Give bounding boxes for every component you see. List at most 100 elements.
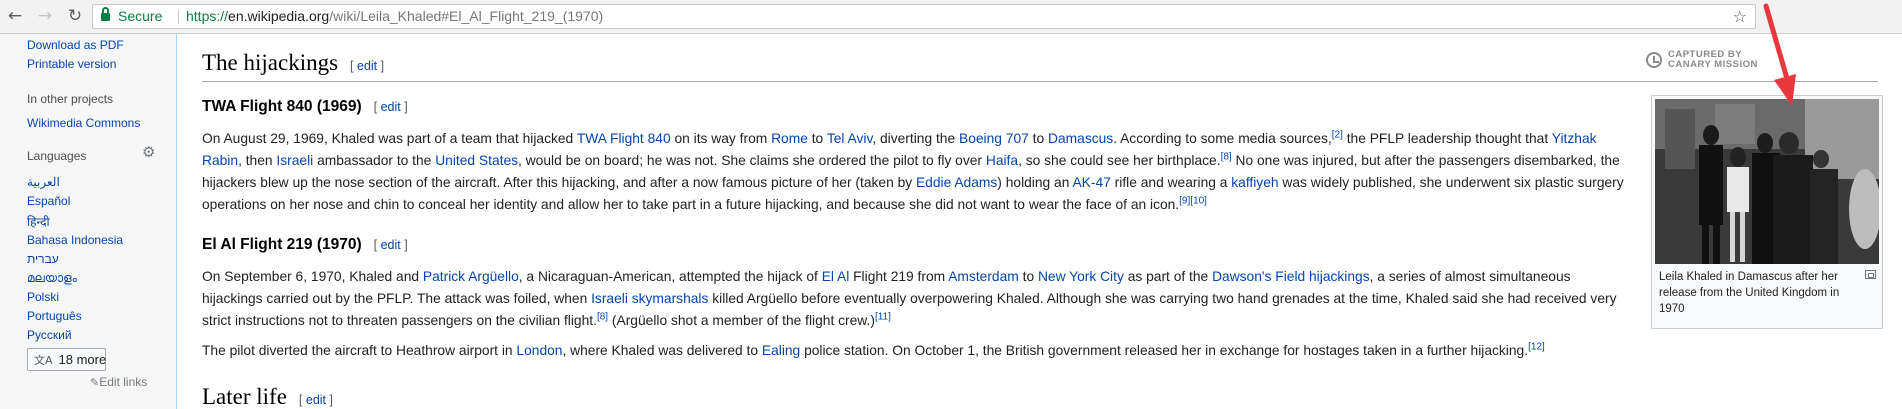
link-new-york-city[interactable]: New York City <box>1038 269 1124 284</box>
text: , where Khaled was delivered to <box>562 343 762 358</box>
language-link[interactable]: Русский <box>27 328 72 342</box>
link-kaffiyeh[interactable]: kaffiyeh <box>1231 175 1278 190</box>
url-text[interactable]: https://en.wikipedia.org/wiki/Leila_Khal… <box>186 5 603 28</box>
reference-link[interactable]: [8] <box>597 311 608 322</box>
edit-section: [ edit ] <box>298 393 333 407</box>
watermark-line2: CANARY MISSION <box>1668 59 1758 70</box>
reference-link[interactable]: [9][10] <box>1179 195 1207 206</box>
reload-icon[interactable]: ↻ <box>64 5 86 27</box>
link-ak47[interactable]: AK-47 <box>1072 175 1110 190</box>
reference-link[interactable]: [12] <box>1528 341 1545 352</box>
link-london[interactable]: London <box>516 343 562 358</box>
download-pdf-link[interactable]: Download as PDF <box>27 38 124 52</box>
secure-label: Secure <box>118 8 163 24</box>
link-arguello[interactable]: Patrick Argüello <box>423 269 519 284</box>
text: On September 6, 1970, Khaled and <box>202 269 423 284</box>
text: on its way from <box>670 131 772 146</box>
forward-arrow-icon[interactable]: → <box>34 5 56 27</box>
link-rome[interactable]: Rome <box>771 131 808 146</box>
link-twa-flight[interactable]: TWA Flight 840 <box>577 131 671 146</box>
text: , so she could see her birthplace. <box>1018 153 1221 168</box>
printable-version-link[interactable]: Printable version <box>27 57 116 71</box>
link-haifa[interactable]: Haifa <box>986 153 1018 168</box>
language-link[interactable]: മലയാളം <box>27 271 77 286</box>
star-icon[interactable]: ☆ <box>1733 5 1747 28</box>
more-languages-button[interactable]: 文A 18 more <box>27 348 106 371</box>
red-arrow-icon <box>1763 3 1796 106</box>
link-ealing[interactable]: Ealing <box>762 343 800 358</box>
lock-icon <box>101 7 110 21</box>
language-link[interactable]: العربية <box>27 175 60 189</box>
edit-link[interactable]: edit <box>381 100 401 114</box>
link-boeing[interactable]: Boeing 707 <box>959 131 1029 146</box>
text: to <box>1018 269 1038 284</box>
section-heading-later-life: Later life [ edit ] <box>202 384 333 409</box>
section-title: The hijackings <box>202 50 339 75</box>
back-arrow-icon[interactable]: ← <box>4 5 26 27</box>
link-united-states[interactable]: United States <box>435 153 518 168</box>
section-heading-hijackings: The hijackings [ edit ] <box>202 50 384 76</box>
reference-link[interactable]: [8] <box>1221 151 1232 162</box>
link-dawsons-field[interactable]: Dawson's Field hijackings <box>1212 269 1370 284</box>
subsection-title: TWA Flight 840 (1969) <box>202 98 362 115</box>
url-divider <box>178 10 179 24</box>
gear-icon[interactable]: ⚙ <box>142 143 155 161</box>
heading-rule <box>202 81 1878 82</box>
thumbnail: Leila Khaled in Damascus after her relea… <box>1651 95 1883 329</box>
link-skymarshals[interactable]: Israeli skymarshals <box>591 291 708 306</box>
section-title: Later life <box>202 384 287 409</box>
address-bar[interactable]: Secure https://en.wikipedia.org/wiki/Lei… <box>92 4 1756 29</box>
browser-toolbar: ← → ↻ Secure https://en.wikipedia.org/wi… <box>0 0 1902 34</box>
text: police station. On October 1, the Britis… <box>800 343 1529 358</box>
enlarge-icon[interactable] <box>1865 270 1876 279</box>
url-scheme: https:// <box>186 8 229 24</box>
edit-section: [ edit ] <box>373 100 408 114</box>
languages-heading: Languages <box>27 149 87 163</box>
other-projects-heading: In other projects <box>27 92 114 106</box>
language-link[interactable]: עברית <box>27 252 59 266</box>
text: to <box>1028 131 1049 146</box>
text: , then <box>238 153 277 168</box>
text: , would be on board; he was not. She cla… <box>518 153 986 168</box>
subsection-heading-elal: El Al Flight 219 (1970) [ edit ] <box>202 236 408 254</box>
text: , a Nicaraguan-American, attempted the h… <box>518 269 822 284</box>
text: Flight 219 from <box>849 269 949 284</box>
edit-link[interactable]: edit <box>381 238 401 252</box>
text: The pilot diverted the aircraft to Heath… <box>202 343 517 358</box>
language-link[interactable]: हिन्दी <box>27 213 50 230</box>
language-link[interactable]: Español <box>27 194 70 208</box>
pencil-icon: ✎ <box>90 376 100 389</box>
article-content: The hijackings [ edit ] TWA Flight 840 (1… <box>176 34 1902 409</box>
thumbnail-caption: Leila Khaled in Damascus after her relea… <box>1659 271 1840 315</box>
link-eddie-adams[interactable]: Eddie Adams <box>916 175 997 190</box>
edit-link[interactable]: edit <box>357 59 377 73</box>
edit-links-label: Edit links <box>99 375 148 389</box>
text: as part of the <box>1123 269 1213 284</box>
url-path: /wiki/Leila_Khaled#El_Al_Flight_219_(197… <box>329 8 604 24</box>
text: On August 29, 1969, Khaled was part of a… <box>202 131 577 146</box>
link-damascus[interactable]: Damascus <box>1048 131 1113 146</box>
reference-link[interactable]: [11] <box>875 311 891 322</box>
reference-link[interactable]: [2] <box>1332 129 1343 140</box>
text: , diverting the <box>872 131 959 146</box>
link-amsterdam[interactable]: Amsterdam <box>948 269 1019 284</box>
text: ) holding an <box>997 175 1073 190</box>
text: . According to some media sources, <box>1113 131 1332 146</box>
edit-link[interactable]: edit <box>306 393 326 407</box>
language-link[interactable]: Bahasa Indonesia <box>27 233 123 247</box>
link-israeli[interactable]: Israeli <box>276 153 313 168</box>
language-link[interactable]: Português <box>27 309 82 323</box>
edit-links-link[interactable]: ✎Edit links <box>90 375 147 389</box>
clock-icon <box>1646 52 1662 68</box>
text: (Argüello shot a member of the flight cr… <box>608 313 875 328</box>
link-el-al[interactable]: El Al <box>822 269 850 284</box>
photo[interactable] <box>1655 99 1879 264</box>
link-tel-aviv[interactable]: Tel Aviv <box>827 131 873 146</box>
wikimedia-commons-link[interactable]: Wikimedia Commons <box>27 116 140 130</box>
watermark-text: CAPTURED BY CANARY MISSION <box>1668 50 1758 70</box>
paragraph-elal: On September 6, 1970, Khaled and Patrick… <box>202 266 1632 332</box>
text: the PFLP leadership thought that <box>1342 131 1552 146</box>
subsection-title: El Al Flight 219 (1970) <box>202 236 362 253</box>
photo-image <box>1655 99 1879 264</box>
language-link[interactable]: Polski <box>27 290 59 304</box>
